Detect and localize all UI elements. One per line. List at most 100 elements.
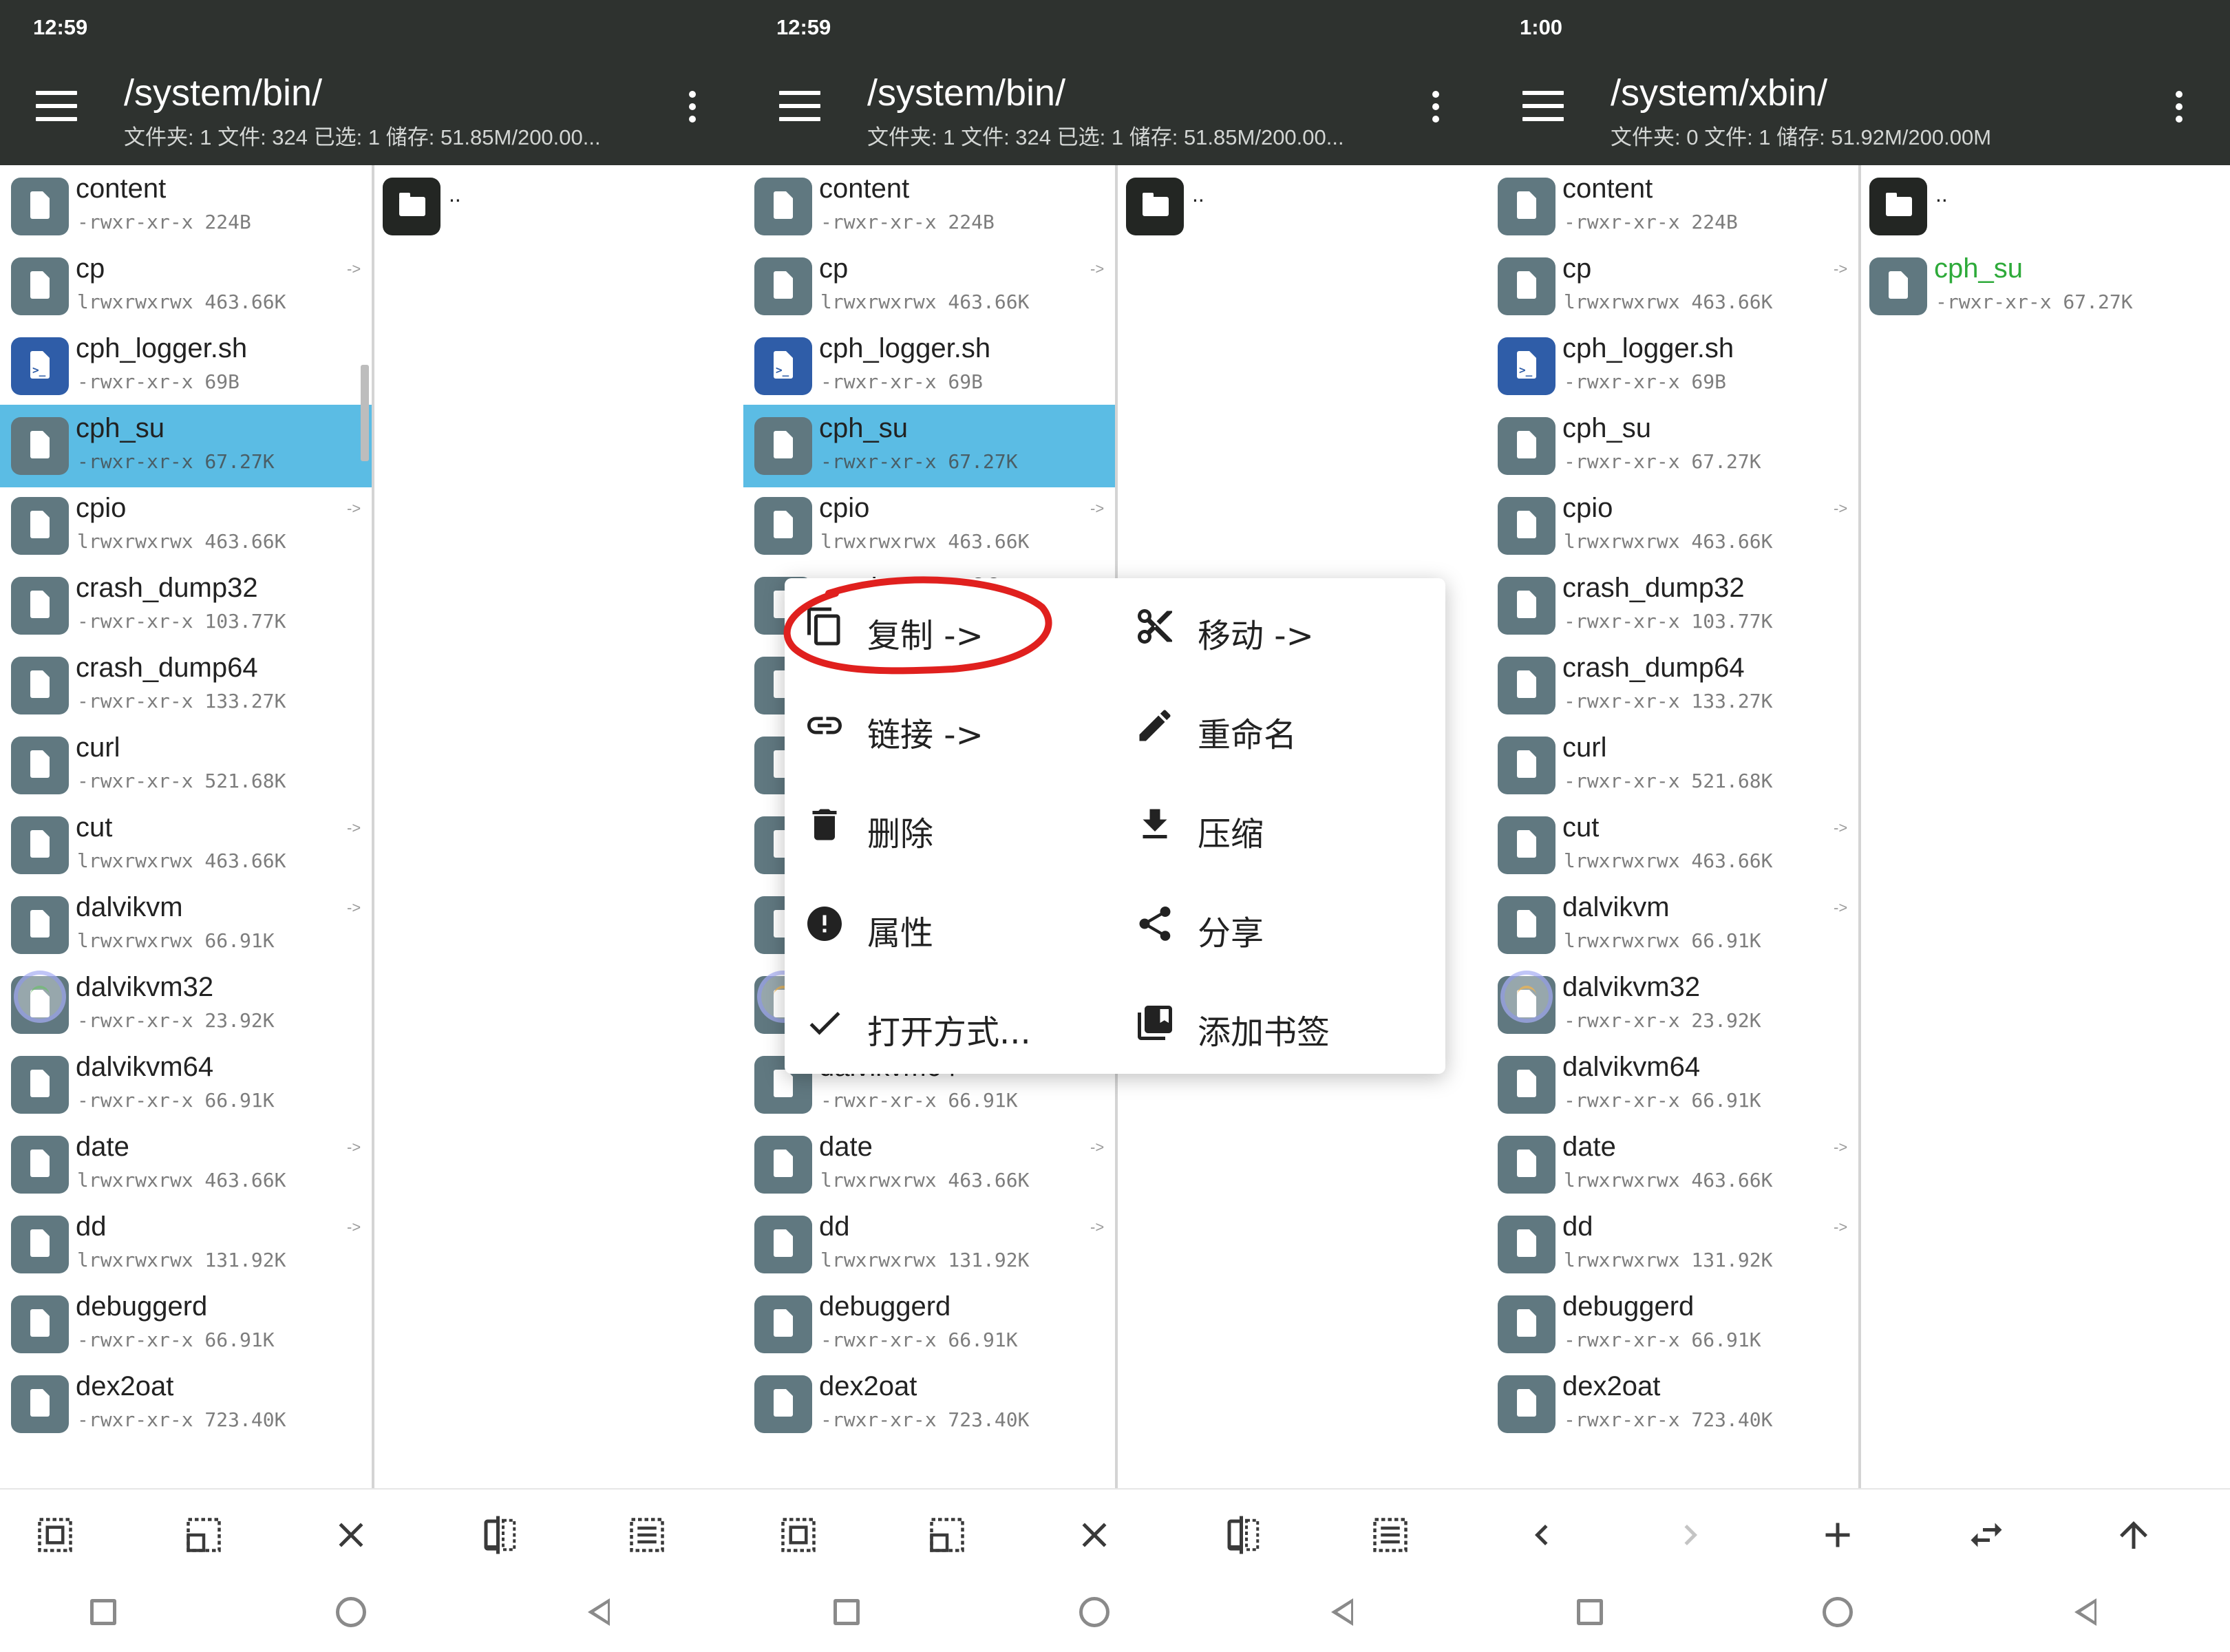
menu-item-scissors[interactable]: 移动 -> <box>1115 578 1418 675</box>
back-button[interactable] <box>1321 1591 1363 1633</box>
hamburger-menu-icon[interactable] <box>36 91 77 121</box>
file-row[interactable]: date lrwxrwxrwx 463.66K -> <box>743 1123 1115 1206</box>
recents-button[interactable] <box>83 1591 124 1633</box>
more-options-icon[interactable] <box>2172 91 2186 127</box>
select-inverse-button[interactable] <box>183 1514 224 1556</box>
file-permissions-size: lrwxrwxrwx 463.66K <box>77 1169 286 1192</box>
compare-button[interactable] <box>479 1514 520 1556</box>
menu-item-bookmark[interactable]: 添加书签 <box>1115 975 1418 1071</box>
recents-button[interactable] <box>826 1591 867 1633</box>
add-button[interactable] <box>1817 1514 1858 1556</box>
status-time: 12:59 <box>33 15 88 39</box>
home-button[interactable] <box>1817 1591 1858 1633</box>
select-all-button[interactable] <box>778 1514 819 1556</box>
file-row[interactable]: crash_dump32 -rwxr-xr-x 103.77K <box>1487 564 1858 647</box>
file-name: date <box>1562 1132 1616 1162</box>
menu-item-download[interactable]: 压缩 <box>1115 776 1418 873</box>
file-row[interactable]: dd lrwxrwxrwx 131.92K -> <box>0 1203 372 1286</box>
file-row[interactable]: cpio lrwxrwxrwx 463.66K -> <box>0 485 372 567</box>
file-row[interactable]: cph_su -rwxr-xr-x 67.27K <box>743 405 1115 487</box>
file-row[interactable]: content -rwxr-xr-x 224B <box>743 165 1115 248</box>
scrollbar-thumb[interactable] <box>361 365 369 461</box>
menu-item-trash[interactable]: 删除 <box>785 776 1087 873</box>
file-row[interactable]: dalvikvm64 -rwxr-xr-x 66.91K <box>0 1044 372 1126</box>
file-list-right[interactable]: .. cph_su -rwxr-xr-x 67.27K <box>1858 165 2230 1488</box>
file-row[interactable]: >_ cph_logger.sh -rwxr-xr-x 69B <box>1487 325 1858 407</box>
file-list-left[interactable]: content -rwxr-xr-x 224B cp lrwxrwxrwx 463.6… <box>0 165 372 1488</box>
file-row[interactable]: cph_su -rwxr-xr-x 67.27K <box>0 405 372 487</box>
menu-item-share[interactable]: 分享 <box>1115 876 1418 972</box>
file-row[interactable]: crash_dump64 -rwxr-xr-x 133.27K <box>0 644 372 727</box>
home-button[interactable] <box>1074 1591 1115 1633</box>
compare-button[interactable] <box>1222 1514 1264 1556</box>
parent-folder-row[interactable]: .. <box>1861 165 2230 248</box>
more-options-icon[interactable] <box>686 91 699 127</box>
parent-folder-row[interactable]: .. <box>374 165 743 248</box>
file-row[interactable]: crash_dump32 -rwxr-xr-x 103.77K <box>0 564 372 647</box>
select-list-button[interactable] <box>1370 1514 1411 1556</box>
select-inverse-button[interactable] <box>926 1514 968 1556</box>
file-row[interactable]: cph_su -rwxr-xr-x 67.27K <box>1487 405 1858 487</box>
file-icon <box>754 1136 812 1194</box>
file-row[interactable]: cut lrwxrwxrwx 463.66K -> <box>0 804 372 887</box>
file-name: crash_dump32 <box>76 573 258 603</box>
file-name: cp <box>1562 253 1592 284</box>
forward-button[interactable] <box>1670 1514 1711 1556</box>
file-row[interactable]: cut lrwxrwxrwx 463.66K -> <box>1487 804 1858 887</box>
file-row[interactable]: dd lrwxrwxrwx 131.92K -> <box>743 1203 1115 1286</box>
file-row[interactable]: debuggerd -rwxr-xr-x 66.91K <box>1487 1283 1858 1366</box>
file-row[interactable]: content -rwxr-xr-x 224B <box>0 165 372 248</box>
file-row[interactable]: crash_dump64 -rwxr-xr-x 133.27K <box>1487 644 1858 727</box>
file-permissions-size: -rwxr-xr-x 133.27K <box>77 690 286 712</box>
back-button[interactable] <box>2065 1591 2106 1633</box>
file-row[interactable]: dex2oat -rwxr-xr-x 723.40K <box>743 1363 1115 1446</box>
hamburger-menu-icon[interactable] <box>779 91 820 121</box>
floating-assistant-ball-icon[interactable] <box>1500 971 1553 1023</box>
file-row[interactable]: dalvikvm lrwxrwxrwx 66.91K -> <box>1487 884 1858 966</box>
close-button[interactable] <box>330 1514 372 1556</box>
file-row[interactable]: dalvikvm lrwxrwxrwx 66.91K -> <box>0 884 372 966</box>
menu-item-copy[interactable]: 复制 -> <box>785 578 1087 675</box>
file-row[interactable]: curl -rwxr-xr-x 521.68K <box>1487 724 1858 807</box>
home-button[interactable] <box>330 1591 372 1633</box>
menu-item-link[interactable]: 链接 -> <box>785 677 1087 774</box>
file-row[interactable]: cpio lrwxrwxrwx 463.66K -> <box>743 485 1115 567</box>
file-row[interactable]: date lrwxrwxrwx 463.66K -> <box>1487 1123 1858 1206</box>
file-row[interactable]: debuggerd -rwxr-xr-x 66.91K <box>743 1283 1115 1366</box>
file-row[interactable]: cp lrwxrwxrwx 463.66K -> <box>743 245 1115 328</box>
up-button[interactable] <box>2113 1514 2154 1556</box>
select-list-button[interactable] <box>626 1514 668 1556</box>
recents-button[interactable] <box>1569 1591 1611 1633</box>
file-row[interactable]: cp lrwxrwxrwx 463.66K -> <box>0 245 372 328</box>
floating-assistant-ball-icon[interactable] <box>14 971 66 1023</box>
file-row[interactable]: cpio lrwxrwxrwx 463.66K -> <box>1487 485 1858 567</box>
file-row[interactable]: >_ cph_logger.sh -rwxr-xr-x 69B <box>743 325 1115 407</box>
file-row[interactable]: content -rwxr-xr-x 224B <box>1487 165 1858 248</box>
file-row[interactable]: dalvikvm64 -rwxr-xr-x 66.91K <box>1487 1044 1858 1126</box>
file-row[interactable]: cp lrwxrwxrwx 463.66K -> <box>1487 245 1858 328</box>
menu-item-info-alert[interactable]: 属性 <box>785 876 1087 972</box>
file-list-right[interactable]: .. <box>372 165 743 1488</box>
swap-button[interactable] <box>1966 1514 2007 1556</box>
select-all-button[interactable] <box>34 1514 76 1556</box>
parent-folder-row[interactable]: .. <box>1118 165 1487 248</box>
file-row[interactable]: curl -rwxr-xr-x 521.68K <box>0 724 372 807</box>
file-row[interactable]: >_ cph_logger.sh -rwxr-xr-x 69B <box>0 325 372 407</box>
back-button[interactable] <box>1521 1514 1562 1556</box>
file-row[interactable]: dex2oat -rwxr-xr-x 723.40K <box>0 1363 372 1446</box>
close-button[interactable] <box>1074 1514 1115 1556</box>
menu-item-pencil[interactable]: 重命名 <box>1115 677 1418 774</box>
path-title: /system/xbin/ <box>1611 72 1828 114</box>
more-options-icon[interactable] <box>1429 91 1443 127</box>
file-row[interactable]: date lrwxrwxrwx 463.66K -> <box>0 1123 372 1206</box>
file-permissions-size: lrwxrwxrwx 463.66K <box>1564 849 1773 872</box>
file-list-left[interactable]: content -rwxr-xr-x 224B cp lrwxrwxrwx 463.6… <box>1487 165 1858 1488</box>
file-row[interactable]: debuggerd -rwxr-xr-x 66.91K <box>0 1283 372 1366</box>
hamburger-menu-icon[interactable] <box>1522 91 1564 121</box>
menu-item-check[interactable]: 打开方式... <box>785 975 1087 1071</box>
file-row[interactable]: cph_su -rwxr-xr-x 67.27K <box>1861 245 2230 328</box>
back-button[interactable] <box>578 1591 619 1633</box>
file-row[interactable]: dex2oat -rwxr-xr-x 723.40K <box>1487 1363 1858 1446</box>
file-row[interactable]: dd lrwxrwxrwx 131.92K -> <box>1487 1203 1858 1286</box>
file-icon <box>1498 1136 1555 1194</box>
